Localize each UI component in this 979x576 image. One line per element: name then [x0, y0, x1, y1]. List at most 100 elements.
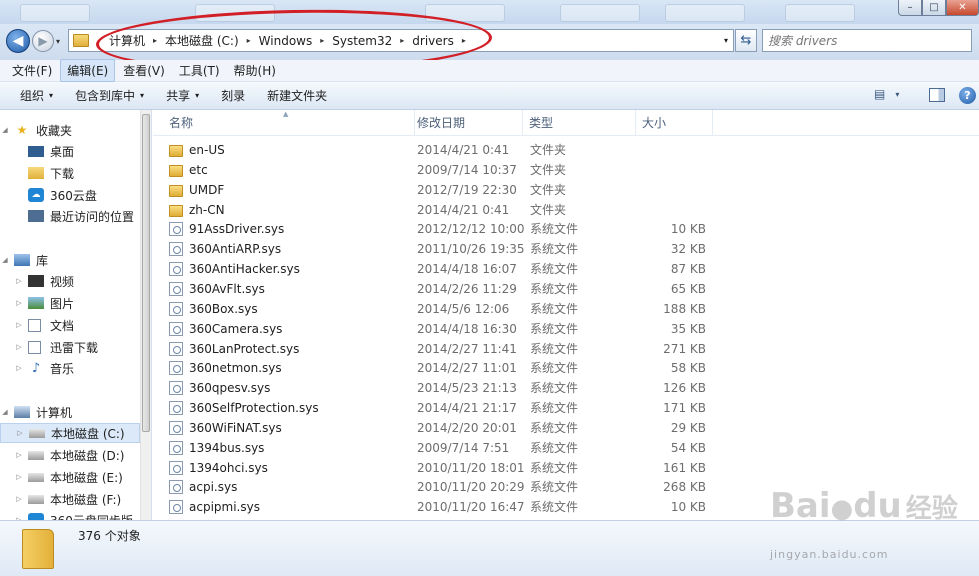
file-type: 系统文件 — [530, 401, 579, 416]
file-row[interactable]: zh-CN 2014/4/21 0:41 文件夹 — [153, 200, 979, 220]
search-input[interactable] — [768, 32, 958, 49]
column-header-type[interactable]: 类型 — [523, 110, 636, 136]
menu-view[interactable]: 查看(V) — [117, 60, 171, 81]
sidebar-item-videos[interactable]: ▷ 视频 — [0, 271, 140, 291]
collapsed-arrow-icon[interactable]: ▷ — [14, 473, 24, 481]
sidebar-item-downloads[interactable]: 下载 — [0, 163, 140, 183]
change-view-button[interactable]: ▤ ▾ — [874, 87, 899, 101]
sidebar-item-music[interactable]: ▷ ♪ 音乐 — [0, 358, 140, 378]
column-header-size[interactable]: 大小 — [636, 110, 713, 136]
file-row[interactable]: 91AssDriver.sys 2012/12/12 10:00 系统文件 10 KB — [153, 219, 979, 239]
sidebar-item-drive-f[interactable]: ▷ 本地磁盘 (F:) — [0, 489, 140, 509]
column-header-modified[interactable]: 修改日期 — [411, 110, 523, 136]
breadcrumb-computer[interactable]: 计算机 ▸ — [109, 32, 165, 49]
sidebar-item-computer[interactable]: ◢ 计算机 — [0, 402, 140, 422]
file-row[interactable]: 360WiFiNAT.sys 2014/2/20 20:01 系统文件 29 KB — [153, 418, 979, 438]
menu-file[interactable]: 文件(F) — [6, 60, 58, 81]
close-button[interactable]: ✕ — [946, 0, 979, 16]
sidebar-item-documents[interactable]: ▷ 文档 — [0, 315, 140, 335]
file-row[interactable]: 1394ohci.sys 2010/11/20 18:01 系统文件 161 KB — [153, 458, 979, 478]
file-row[interactable]: 360AntiHacker.sys 2014/4/18 16:07 系统文件 87 K… — [153, 259, 979, 279]
sidebar-item-favorites[interactable]: ◢ ★ 收藏夹 — [0, 120, 140, 140]
file-row[interactable]: 360netmon.sys 2014/2/27 11:01 系统文件 58 KB — [153, 358, 979, 378]
sidebar-item-drive-e[interactable]: ▷ 本地磁盘 (E:) — [0, 467, 140, 487]
sidebar-item-recent[interactable]: 最近访问的位置 — [0, 206, 140, 226]
collapsed-arrow-icon[interactable]: ▷ — [14, 495, 24, 503]
refresh-button[interactable]: ⇆ — [735, 29, 757, 52]
recent-pages-dropdown[interactable]: ▾ — [56, 37, 60, 46]
menu-tools[interactable]: 工具(T) — [173, 60, 226, 81]
system-file-icon — [169, 301, 183, 316]
sidebar-item-drive-d[interactable]: ▷ 本地磁盘 (D:) — [0, 445, 140, 465]
include-in-library-button[interactable]: 包含到库中 ▾ — [67, 84, 152, 107]
back-button[interactable]: ◀ — [6, 29, 30, 53]
file-row[interactable]: acpi.sys 2010/11/20 20:29 系统文件 268 KB — [153, 477, 979, 497]
sidebar-item-360-cloud-sync[interactable]: ▷ 360云盘同步版 — [0, 510, 140, 520]
column-header-name[interactable]: 名称 — [163, 110, 415, 136]
burn-button[interactable]: 刻录 — [213, 84, 253, 107]
file-row[interactable]: etc 2009/7/14 10:37 文件夹 — [153, 160, 979, 180]
sidebar-label: 下载 — [50, 166, 75, 181]
file-row[interactable]: 360SelfProtection.sys 2014/4/21 21:17 系统文件… — [153, 398, 979, 418]
minimize-button[interactable]: – — [898, 0, 922, 16]
collapsed-arrow-icon[interactable]: ▷ — [14, 299, 24, 307]
breadcrumb-separator-icon[interactable]: ▸ — [462, 36, 466, 45]
breadcrumb-drivers[interactable]: drivers ▸ — [412, 34, 474, 48]
file-modified-date: 2014/2/27 11:01 — [417, 361, 517, 376]
collapsed-arrow-icon[interactable]: ▷ — [15, 429, 25, 437]
file-row[interactable]: 360AvFlt.sys 2014/2/26 11:29 系统文件 65 KB — [153, 279, 979, 299]
collapsed-arrow-icon[interactable]: ▷ — [14, 364, 24, 372]
expand-icon[interactable]: ◢ — [0, 408, 10, 416]
file-type: 系统文件 — [530, 480, 579, 495]
collapsed-arrow-icon[interactable]: ▷ — [14, 343, 24, 351]
sidebar-item-drive-c[interactable]: ▷ 本地磁盘 (C:) — [0, 423, 140, 443]
breadcrumb-separator-icon[interactable]: ▸ — [320, 36, 324, 45]
file-row[interactable]: en-US 2014/4/21 0:41 文件夹 — [153, 140, 979, 160]
forward-button[interactable]: ▶ — [32, 30, 54, 52]
expand-icon[interactable]: ◢ — [0, 126, 10, 134]
preview-pane-button[interactable] — [929, 88, 945, 102]
breadcrumb-system32[interactable]: System32 ▸ — [332, 34, 412, 48]
sidebar-item-360-cloud[interactable]: ☁ 360云盘 — [0, 185, 140, 205]
taskbar-ghost-tab — [560, 4, 640, 22]
breadcrumb-separator-icon[interactable]: ▸ — [400, 36, 404, 45]
breadcrumb-windows[interactable]: Windows ▸ — [259, 34, 333, 48]
sidebar-item-libraries[interactable]: ◢ 库 — [0, 250, 140, 270]
file-row[interactable]: 1394bus.sys 2009/7/14 7:51 系统文件 54 KB — [153, 438, 979, 458]
file-row[interactable]: 360AntiARP.sys 2011/10/26 19:35 系统文件 32 KB — [153, 239, 979, 259]
sidebar-item-pictures[interactable]: ▷ 图片 — [0, 293, 140, 313]
navigation-scrollbar-thumb[interactable] — [142, 114, 150, 432]
collapsed-arrow-icon[interactable]: ▷ — [14, 277, 24, 285]
file-row[interactable]: 360Camera.sys 2014/4/18 16:30 系统文件 35 KB — [153, 319, 979, 339]
organize-button[interactable]: 组织 ▾ — [12, 84, 61, 107]
menu-help[interactable]: 帮助(H) — [228, 60, 282, 81]
file-row[interactable]: 360qpesv.sys 2014/5/23 21:13 系统文件 126 KB — [153, 378, 979, 398]
maximize-button[interactable]: □ — [922, 0, 946, 16]
file-size: 87 KB — [670, 262, 706, 277]
system-file-icon — [169, 262, 183, 277]
collapsed-arrow-icon[interactable]: ▷ — [14, 451, 24, 459]
file-type: 系统文件 — [530, 460, 579, 475]
help-button[interactable]: ? — [959, 87, 976, 104]
search-box[interactable] — [762, 29, 972, 52]
file-size: 188 KB — [663, 301, 706, 316]
breadcrumb-label: Windows — [258, 33, 313, 48]
sidebar-item-desktop[interactable]: 桌面 — [0, 141, 140, 161]
share-button[interactable]: 共享 ▾ — [158, 84, 207, 107]
breadcrumb-drive-c[interactable]: 本地磁盘 (C:) ▸ — [165, 32, 259, 49]
file-row[interactable]: 360Box.sys 2014/5/6 12:06 系统文件 188 KB — [153, 299, 979, 319]
file-row[interactable]: UMDF 2012/7/19 22:30 文件夹 — [153, 180, 979, 200]
breadcrumb-separator-icon[interactable]: ▸ — [153, 36, 157, 45]
expand-icon[interactable]: ◢ — [0, 256, 10, 264]
sidebar-item-thunder-downloads[interactable]: ▷ 迅雷下载 — [0, 337, 140, 357]
file-modified-date: 2014/5/23 21:13 — [417, 381, 517, 396]
collapsed-arrow-icon[interactable]: ▷ — [14, 321, 24, 329]
file-row[interactable]: acpipmi.sys 2010/11/20 16:47 系统文件 10 KB — [153, 497, 979, 517]
address-history-dropdown[interactable]: ▾ — [724, 36, 728, 45]
new-folder-button[interactable]: 新建文件夹 — [259, 84, 335, 107]
address-bar[interactable]: 计算机 ▸ 本地磁盘 (C:) ▸ Windows ▸ System32 ▸ drive… — [68, 29, 734, 52]
file-row[interactable]: 360LanProtect.sys 2014/2/27 11:41 系统文件 271 … — [153, 339, 979, 359]
breadcrumb-separator-icon[interactable]: ▸ — [247, 36, 251, 45]
libraries-icon — [14, 254, 30, 266]
menu-edit[interactable]: 编辑(E) — [60, 59, 116, 82]
